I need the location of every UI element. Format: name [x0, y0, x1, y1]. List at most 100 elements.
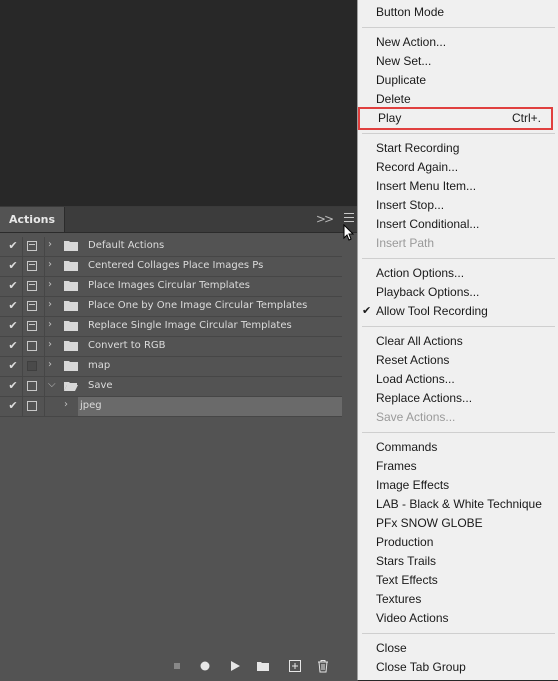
- menu-item-label: Playback Options...: [376, 285, 480, 299]
- play-icon[interactable]: [228, 659, 242, 673]
- stop-icon[interactable]: [170, 659, 184, 673]
- menu-item-reset-actions[interactable]: Reset Actions: [358, 351, 558, 370]
- item-name: Convert to RGB: [88, 340, 166, 351]
- delete-icon[interactable]: [316, 659, 330, 673]
- menu-item-play[interactable]: Play Ctrl+.: [358, 107, 553, 130]
- checkmark-icon: ✔: [362, 305, 372, 317]
- action-set-row[interactable]: ✔ › Centered Collages Place Images Ps: [0, 257, 342, 277]
- menu-item-stars-trails[interactable]: Stars Trails: [358, 552, 558, 571]
- menu-item-close[interactable]: Close: [358, 639, 558, 658]
- new-set-icon[interactable]: [256, 659, 270, 673]
- dialog-toggle-icon[interactable]: [27, 401, 37, 411]
- action-set-row[interactable]: ✔ › Place Images Circular Templates: [0, 277, 342, 297]
- action-row[interactable]: ✔ › jpeg: [0, 397, 342, 417]
- menu-item-playback-options[interactable]: Playback Options...: [358, 283, 558, 302]
- menu-item-production[interactable]: Production: [358, 533, 558, 552]
- chevron-right-icon[interactable]: ›: [48, 359, 52, 370]
- action-set-row[interactable]: ✔ › Replace Single Image Circular Template…: [0, 317, 342, 337]
- panel-menu-icon[interactable]: [344, 213, 354, 223]
- chevron-right-icon[interactable]: ›: [48, 259, 52, 270]
- menu-item-action-options[interactable]: Action Options...: [358, 264, 558, 283]
- toggle-item-checkbox[interactable]: ✔: [7, 260, 19, 272]
- menu-item-text-effects[interactable]: Text Effects: [358, 571, 558, 590]
- menu-item-insert-conditional[interactable]: Insert Conditional...: [358, 215, 558, 234]
- action-set-row[interactable]: ✔ › Place One by One Image Circular Templa…: [0, 297, 342, 317]
- item-name-cell: map: [78, 357, 342, 376]
- toggle-item-checkbox[interactable]: ✔: [7, 240, 19, 252]
- menu-item-label: Text Effects: [376, 573, 438, 587]
- action-set-row[interactable]: ✔ › map: [0, 357, 342, 377]
- chevron-right-icon[interactable]: ›: [48, 319, 52, 330]
- column-divider: [22, 357, 23, 376]
- toggle-item-checkbox[interactable]: ✔: [7, 300, 19, 312]
- menu-item-label: New Set...: [376, 54, 432, 68]
- chevron-right-icon[interactable]: ›: [48, 339, 52, 350]
- item-name-cell: Place One by One Image Circular Template…: [78, 297, 342, 316]
- menu-item-clear-all-actions[interactable]: Clear All Actions: [358, 332, 558, 351]
- toggle-item-checkbox[interactable]: ✔: [7, 320, 19, 332]
- menu-item-textures[interactable]: Textures: [358, 590, 558, 609]
- menu-item-duplicate[interactable]: Duplicate: [358, 71, 558, 90]
- dialog-toggle-icon[interactable]: [27, 261, 37, 271]
- menu-item-insert-menu-item[interactable]: Insert Menu Item...: [358, 177, 558, 196]
- item-name: Centered Collages Place Images Ps: [88, 260, 264, 271]
- menu-item-label: Record Again...: [376, 160, 459, 174]
- column-divider: [22, 297, 23, 316]
- menu-item-label: Commands: [376, 440, 438, 454]
- collapse-panel-icon[interactable]: >>: [316, 212, 334, 226]
- menu-item-start-recording[interactable]: Start Recording: [358, 139, 558, 158]
- menu-item-label: Close: [376, 641, 407, 655]
- folder-icon: [64, 361, 78, 371]
- menu-item-close-tab-group[interactable]: Close Tab Group: [358, 658, 558, 677]
- toggle-item-checkbox[interactable]: ✔: [7, 340, 19, 352]
- menu-item-label: Allow Tool Recording: [376, 304, 488, 318]
- menu-item-frames[interactable]: Frames: [358, 457, 558, 476]
- menu-item-new-set[interactable]: New Set...: [358, 52, 558, 71]
- menu-item-commands[interactable]: Commands: [358, 438, 558, 457]
- toggle-item-checkbox[interactable]: ✔: [7, 380, 19, 392]
- menu-item-replace-actions[interactable]: Replace Actions...: [358, 389, 558, 408]
- menu-separator: [362, 258, 555, 259]
- menu-item-image-effects[interactable]: Image Effects: [358, 476, 558, 495]
- action-set-row[interactable]: ✔ › Convert to RGB: [0, 337, 342, 357]
- column-divider: [44, 377, 45, 396]
- toggle-item-checkbox[interactable]: ✔: [7, 360, 19, 372]
- tab-actions[interactable]: Actions: [0, 207, 65, 232]
- dialog-toggle-icon[interactable]: [27, 301, 37, 311]
- menu-item-allow-tool-recording[interactable]: ✔ Allow Tool Recording: [358, 302, 558, 321]
- new-action-icon[interactable]: [288, 659, 302, 673]
- item-name: map: [88, 360, 111, 371]
- column-divider: [22, 337, 23, 356]
- dialog-toggle-icon[interactable]: [27, 281, 37, 291]
- menu-separator: [362, 633, 555, 634]
- menu-item-video-actions[interactable]: Video Actions: [358, 609, 558, 628]
- menu-item-load-actions[interactable]: Load Actions...: [358, 370, 558, 389]
- chevron-right-icon[interactable]: ›: [64, 399, 68, 410]
- item-name: Place Images Circular Templates: [88, 280, 250, 291]
- menu-item-pfx-snow-globe[interactable]: PFx SNOW GLOBE: [358, 514, 558, 533]
- menu-item-lab-black-white-technique[interactable]: LAB - Black & White Technique: [358, 495, 558, 514]
- item-name-cell: Place Images Circular Templates: [78, 277, 342, 296]
- menu-item-new-action[interactable]: New Action...: [358, 33, 558, 52]
- chevron-right-icon[interactable]: ›: [48, 279, 52, 290]
- toggle-item-checkbox[interactable]: ✔: [7, 280, 19, 292]
- dialog-toggle-icon[interactable]: [27, 381, 37, 391]
- chevron-right-icon[interactable]: ›: [48, 239, 52, 250]
- dialog-toggle-icon[interactable]: [27, 241, 37, 251]
- menu-item-record-again[interactable]: Record Again...: [358, 158, 558, 177]
- folder-icon: [64, 341, 78, 351]
- chevron-right-icon[interactable]: ›: [48, 299, 52, 310]
- menu-item-label: Clear All Actions: [376, 334, 463, 348]
- menu-item-button-mode[interactable]: Button Mode: [358, 3, 558, 22]
- menu-item-insert-stop[interactable]: Insert Stop...: [358, 196, 558, 215]
- toggle-item-checkbox[interactable]: ✔: [7, 400, 19, 412]
- action-set-row[interactable]: ✔ ⌵ Save: [0, 377, 342, 397]
- menu-item-save-actions: Save Actions...: [358, 408, 558, 427]
- dialog-toggle-icon[interactable]: [27, 321, 37, 331]
- dialog-toggle-icon[interactable]: [27, 341, 37, 351]
- chevron-down-icon[interactable]: ⌵: [48, 379, 56, 390]
- record-icon[interactable]: [198, 659, 212, 673]
- action-set-row[interactable]: ✔ › Default Actions: [0, 237, 342, 257]
- menu-item-label: Play: [378, 111, 402, 125]
- dialog-toggle-icon[interactable]: [27, 361, 37, 371]
